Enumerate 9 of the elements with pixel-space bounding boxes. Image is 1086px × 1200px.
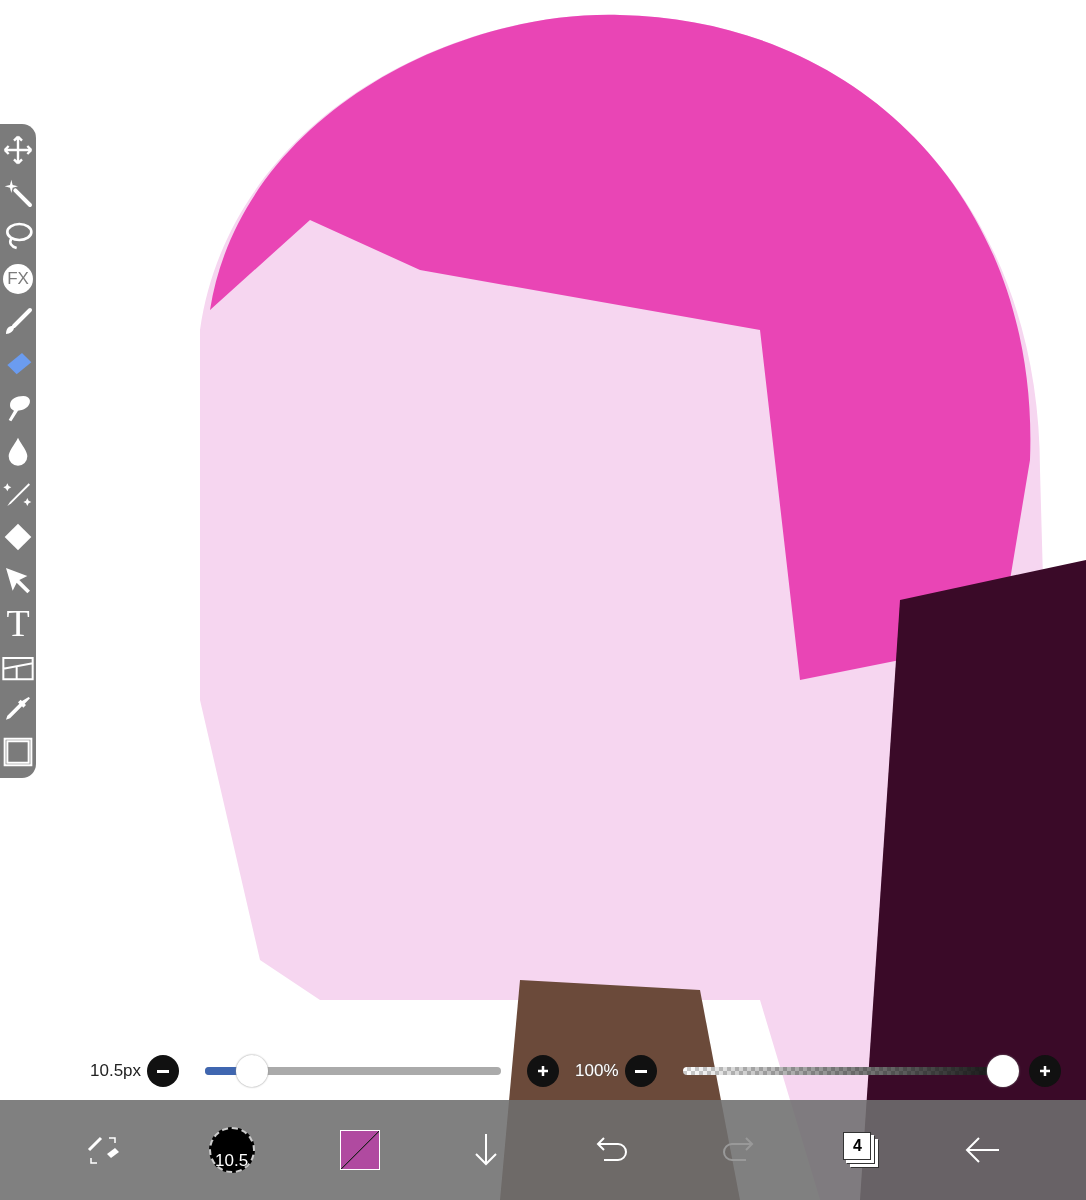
minus-button[interactable] <box>147 1055 180 1087</box>
minus-icon <box>157 1069 170 1073</box>
opacity-reading: 100% <box>575 1061 619 1081</box>
brush-size-button[interactable]: 10.5 <box>208 1127 255 1173</box>
slider-thumb[interactable] <box>236 1055 269 1087</box>
text-tool[interactable]: T <box>1 603 35 643</box>
minus-icon <box>634 1069 647 1073</box>
color-swatch[interactable] <box>340 1130 381 1170</box>
brush-size-reading: 10.5px <box>90 1061 142 1081</box>
